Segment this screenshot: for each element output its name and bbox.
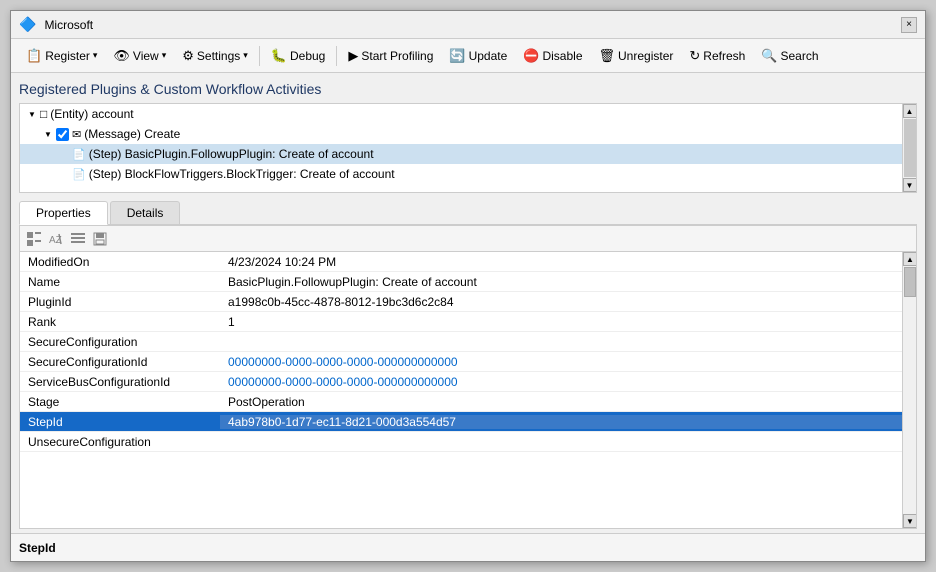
tree-expander-entity-account[interactable]: ▼ [24, 106, 40, 122]
prop-row-2[interactable]: PluginIda1998c0b-45cc-4878-8012-19bc3d6c… [20, 292, 902, 312]
main-window: 🔷 Microsoft × 📋Register▾👁View▾⚙Settings▾… [10, 10, 926, 562]
prop-value-7: PostOperation [220, 395, 902, 409]
props-area: AZ ModifiedOn4/23/2024 10:24 PMNameBasic… [19, 225, 917, 529]
prop-value-6[interactable]: 00000000-0000-0000-0000-000000000000 [220, 375, 902, 389]
tree-scroll-area: ▼□(Entity) account▼✉(Message) Create📄(St… [20, 104, 902, 184]
scroll-down-arrow[interactable]: ▼ [903, 178, 917, 192]
prop-name-3: Rank [20, 315, 220, 329]
view-button[interactable]: 👁View▾ [106, 44, 173, 68]
tree-label-message-create: (Message) Create [84, 127, 180, 141]
tree-icon-message-create: ✉ [72, 128, 81, 141]
start-profiling-button[interactable]: ▶Start Profiling [341, 44, 440, 68]
prop-row-5[interactable]: SecureConfigurationId00000000-0000-0000-… [20, 352, 902, 372]
title-bar: 🔷 Microsoft × [11, 11, 925, 39]
scroll-up-arrow[interactable]: ▲ [903, 104, 917, 118]
tree-icon-entity-account: □ [40, 107, 47, 121]
tab-details[interactable]: Details [110, 201, 181, 224]
prop-name-0: ModifiedOn [20, 255, 220, 269]
settings-button[interactable]: ⚙Settings▾ [175, 44, 255, 68]
prop-value-8: 4ab978b0-1d77-ec11-8d21-000d3a554d57 [220, 415, 902, 429]
tree-item-entity-account[interactable]: ▼□(Entity) account [20, 104, 902, 124]
prop-name-6: ServiceBusConfigurationId [20, 375, 220, 389]
props-table: ModifiedOn4/23/2024 10:24 PMNameBasicPlu… [20, 252, 902, 528]
prop-row-6[interactable]: ServiceBusConfigurationId00000000-0000-0… [20, 372, 902, 392]
close-button[interactable]: × [901, 17, 917, 33]
tree-label-step-basic: (Step) BasicPlugin.FollowupPlugin: Creat… [89, 147, 374, 161]
props-scroll-down[interactable]: ▼ [903, 514, 916, 528]
tree-icon-step-block: 📄 [72, 168, 86, 181]
status-bar: StepId [11, 533, 925, 561]
prop-name-5: SecureConfigurationId [20, 355, 220, 369]
debug-button[interactable]: 🐛Debug [264, 44, 333, 68]
tree-expander-step-block[interactable] [56, 166, 72, 182]
status-text: StepId [19, 541, 56, 555]
register-button[interactable]: 📋Register▾ [19, 44, 104, 68]
prop-value-5[interactable]: 00000000-0000-0000-0000-000000000000 [220, 355, 902, 369]
props-icon-alpha[interactable]: AZ [46, 229, 66, 249]
tree-item-step-block[interactable]: 📄(Step) BlockFlowTriggers.BlockTrigger: … [20, 164, 902, 184]
props-icon-categorized[interactable] [24, 229, 44, 249]
update-button[interactable]: 🔄Update [442, 44, 514, 68]
tree-scrollbar: ▲ ▼ [902, 104, 916, 192]
prop-row-9[interactable]: UnsecureConfiguration [20, 432, 902, 452]
prop-name-9: UnsecureConfiguration [20, 435, 220, 449]
props-icon-list[interactable] [68, 229, 88, 249]
window-icon: 🔷 [19, 16, 36, 33]
tab-properties[interactable]: Properties [19, 201, 108, 225]
tree-expander-message-create[interactable]: ▼ [40, 126, 56, 142]
tree-expander-step-basic[interactable] [56, 146, 72, 162]
title-bar-left: 🔷 Microsoft [19, 16, 93, 33]
tree-label-entity-account: (Entity) account [50, 107, 133, 121]
tree-item-message-create[interactable]: ▼ ✉(Message) Create [20, 124, 902, 144]
tree-checkbox-message-create[interactable] [56, 128, 69, 141]
search-button[interactable]: 🔍Search [754, 44, 825, 68]
tree-container: ▼□(Entity) account▼✉(Message) Create📄(St… [19, 103, 917, 193]
props-toolbar: AZ [20, 226, 916, 252]
refresh-button[interactable]: ↻Refresh [682, 44, 752, 68]
props-scrollbar: ▲ ▼ [902, 252, 916, 528]
prop-value-3: 1 [220, 315, 902, 329]
props-scroll-thumb [904, 267, 916, 297]
disable-button[interactable]: ⛔Disable [516, 44, 589, 68]
props-icon-save[interactable] [90, 229, 110, 249]
content-area: Registered Plugins & Custom Workflow Act… [11, 73, 925, 533]
prop-name-7: Stage [20, 395, 220, 409]
tree-item-step-basic[interactable]: 📄(Step) BasicPlugin.FollowupPlugin: Crea… [20, 144, 902, 164]
toolbar: 📋Register▾👁View▾⚙Settings▾ 🐛Debug ▶Start P… [11, 39, 925, 73]
prop-name-2: PluginId [20, 295, 220, 309]
prop-value-0: 4/23/2024 10:24 PM [220, 255, 902, 269]
section-title: Registered Plugins & Custom Workflow Act… [19, 81, 917, 97]
tabs-bar: Properties Details [19, 201, 917, 225]
prop-name-8: StepId [20, 415, 220, 429]
window-title: Microsoft [44, 18, 93, 32]
prop-name-4: SecureConfiguration [20, 335, 220, 349]
prop-row-3[interactable]: Rank1 [20, 312, 902, 332]
tree-label-step-block: (Step) BlockFlowTriggers.BlockTrigger: C… [89, 167, 395, 181]
scroll-thumb [904, 119, 916, 177]
props-scroll-up[interactable]: ▲ [903, 252, 916, 266]
prop-row-4[interactable]: SecureConfiguration [20, 332, 902, 352]
prop-row-8[interactable]: StepId4ab978b0-1d77-ec11-8d21-000d3a554d… [20, 412, 902, 432]
prop-name-1: Name [20, 275, 220, 289]
prop-value-2: a1998c0b-45cc-4878-8012-19bc3d6c2c84 [220, 295, 902, 309]
props-scroll-wrapper: ModifiedOn4/23/2024 10:24 PMNameBasicPlu… [20, 252, 916, 528]
props-scroll-track [903, 266, 916, 514]
tree-icon-step-basic: 📄 [72, 148, 86, 161]
unregister-button[interactable]: 🗑Unregister [592, 44, 681, 68]
prop-value-1: BasicPlugin.FollowupPlugin: Create of ac… [220, 275, 902, 289]
prop-row-0[interactable]: ModifiedOn4/23/2024 10:24 PM [20, 252, 902, 272]
prop-row-7[interactable]: StagePostOperation [20, 392, 902, 412]
prop-row-1[interactable]: NameBasicPlugin.FollowupPlugin: Create o… [20, 272, 902, 292]
